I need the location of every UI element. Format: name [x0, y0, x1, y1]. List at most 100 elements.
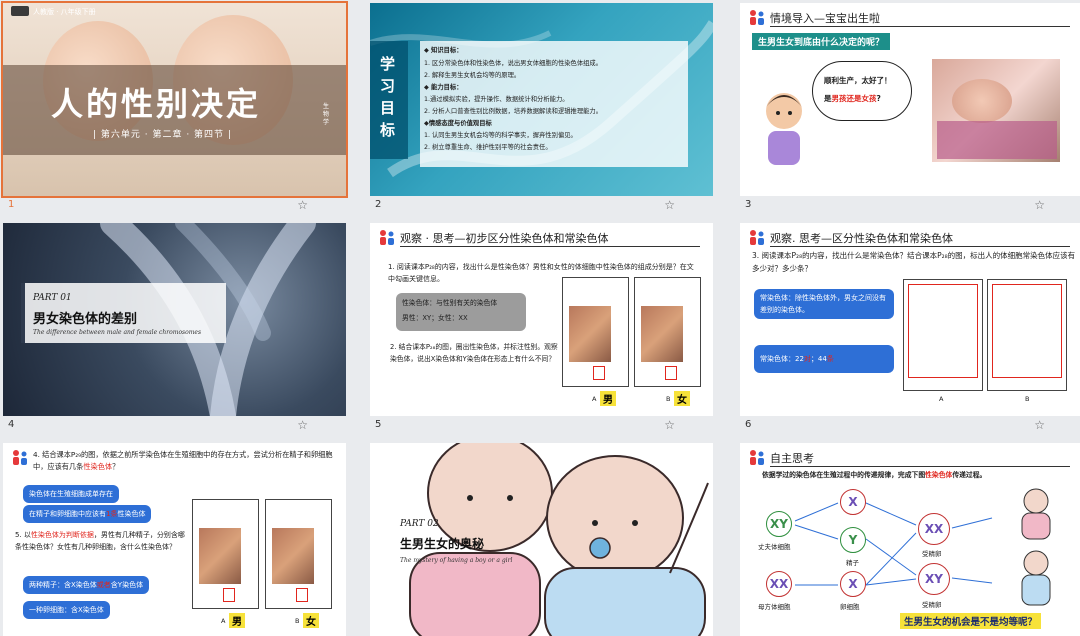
header-underline: [770, 246, 1070, 247]
bottom-question: 生男生女的机会是不是均等呢？: [900, 613, 1042, 629]
male-label: 男: [229, 613, 245, 628]
objective-line: 1. 认同生男生女机会均等的科学事实，摒弃性别偏见。: [424, 132, 577, 139]
objective-line: 1.通过模拟实验，提升操作、数据统计和分析能力。: [424, 96, 569, 103]
slide-number: 4: [8, 419, 15, 430]
speech-bubble: [812, 61, 912, 121]
sperm-y: Y: [840, 527, 866, 553]
father-cell: XY: [766, 511, 792, 537]
objective-line: 2. 解释生男生女机会均等的原理。: [424, 72, 521, 79]
header-underline: [400, 246, 700, 247]
baby-cartoons: [1021, 488, 1051, 606]
slide-1-title: 人的性别决定: [51, 85, 262, 123]
sperm-label: 精子: [846, 559, 859, 567]
star-icon[interactable]: ☆: [297, 418, 308, 432]
slide-thumbnail-9[interactable]: 自主思考 依据学过的染色体在生殖过程中的传递规律，完成下图性染色体传递过程。 X…: [740, 443, 1080, 636]
answer-pill-2: 常染色体：22对；44条: [754, 345, 894, 373]
slide-3-question: 生男生女到底由什么决定的呢？: [752, 33, 891, 50]
male-label: 男: [600, 391, 616, 406]
objective-line: ◆ 知识目标：: [424, 47, 463, 54]
slide-number: 5: [375, 419, 382, 430]
star-icon[interactable]: ☆: [1034, 198, 1045, 212]
bubble-line-1: 顺利生产，太好了！: [824, 76, 892, 85]
label-a: A: [939, 395, 944, 403]
bubble-line-2: 是男孩还是女孩?: [824, 94, 881, 103]
karyotype-b: [265, 499, 332, 609]
header-underline: [770, 26, 1070, 27]
star-icon[interactable]: ☆: [664, 198, 675, 212]
question-2: 2. 结合课本P₂₈的图，圈出性染色体，并标注性别。观察染色体，说出X染色体和Y…: [390, 343, 558, 363]
slide-9-canvas: 自主思考 依据学过的染色体在生殖过程中的传递规律，完成下图性染色体传递过程。 X…: [740, 443, 1080, 636]
objective-line: 1. 区分常染色体和性染色体，说出男女体细胞的性染色体组成。: [424, 60, 603, 67]
slide-4-subtitle-en: The difference between male and female c…: [33, 329, 202, 336]
zygote-1-label: 受精卵: [922, 550, 942, 558]
part-label: PART 02: [400, 519, 439, 529]
female-label: 女: [674, 391, 690, 406]
slide-3-canvas: 情境导入—宝宝出生啦 生男生女到底由什么决定的呢？ 顺利生产，太好了！ 是男孩还…: [740, 3, 1080, 196]
answer-1: 性染色体：与性别有关的染色体: [402, 299, 498, 307]
slide-thumbnail-1[interactable]: 人教版 · 八年级下册 人的性别决定 | 第六单元 · 第二章 · 第四节 | …: [1, 1, 348, 213]
karyotype-a: [903, 279, 983, 391]
mother-cell: XX: [766, 571, 792, 597]
slide-number: 1: [8, 199, 15, 210]
slide-thumbnail-6[interactable]: 观察. 思考—区分性染色体和常染色体 3. 阅读课本P₂₈的内容，找出什么是常染…: [740, 223, 1080, 433]
parent-child-icon: [13, 450, 27, 465]
answer-2: 男性：XY；女性：XX: [402, 314, 468, 322]
slide-2-side-title: 学习目标: [380, 55, 396, 139]
karyotype-a: [192, 499, 259, 609]
child-cartoon: [766, 93, 802, 165]
star-icon[interactable]: ☆: [297, 198, 308, 212]
slide-2-canvas: 学习目标 ◆ 知识目标： 1. 区分常染色体和性染色体，说出男女体细胞的性染色体…: [370, 3, 713, 196]
publisher-logo: [11, 6, 29, 16]
slide-8-title: 生男生女的奥秘: [400, 537, 485, 551]
slide-thumbnail-5[interactable]: 观察 · 思考—初步区分性染色体和常染色体 1. 阅读课本P₂₈的内容，找出什么…: [370, 223, 713, 433]
father-label: 丈夫体细胞: [758, 543, 791, 551]
slide-3-header: 情境导入—宝宝出生啦: [770, 12, 880, 25]
karyotype-b: [634, 277, 701, 387]
label-b: B: [1025, 395, 1030, 403]
answer-pill-3: 两种精子：含X染色体或者含Y染色体: [23, 576, 150, 594]
slide-4-title: 男女染色体的差别: [33, 312, 138, 327]
objective-line: 2. 分析人口普查性别比例数据，培养数据解读和逻辑推理能力。: [424, 108, 603, 115]
parent-child-icon: [380, 230, 394, 245]
slide-7-canvas: 4. 结合课本P₂₉的图，依据之前所学染色体在生殖细胞中的存在方式，尝试分析在精…: [3, 443, 346, 636]
parent-child-icon: [750, 230, 764, 245]
slide-1-subtitle: | 第六单元 · 第二章 · 第四节 |: [93, 130, 232, 140]
objective-line: 2. 树立尊重生命、维护性别平等的社会责任。: [424, 144, 552, 151]
slide-4-canvas: PART 01 男女染色体的差别 The difference between …: [3, 223, 346, 416]
mother-label: 母方体细胞: [758, 603, 791, 611]
answer-pill-4: 一种卵细胞：含X染色体: [23, 601, 110, 619]
slide-1-brand: 人教版 · 八年级下册: [33, 8, 96, 16]
slide-8-canvas: PART 02 生男生女的奥秘 The mystery of having a …: [370, 443, 713, 636]
karyotype-b: [987, 279, 1067, 391]
slide-1-canvas: 人教版 · 八年级下册 人的性别决定 | 第六单元 · 第二章 · 第四节 | …: [1, 1, 348, 198]
slide-number: 2: [375, 199, 382, 210]
slide-thumbnail-8[interactable]: PART 02 生男生女的奥秘 The mystery of having a …: [370, 443, 713, 636]
slide-6-canvas: 观察. 思考—区分性染色体和常染色体 3. 阅读课本P₂₈的内容，找出什么是常染…: [740, 223, 1080, 416]
label-b: B: [666, 395, 671, 403]
egg-x: X: [840, 571, 866, 597]
slide-5-canvas: 观察 · 思考—初步区分性染色体和常染色体 1. 阅读课本P₂₈的内容，找出什么…: [370, 223, 713, 416]
slide-8-subtitle-en: The mystery of having a boy or a girl: [400, 557, 513, 564]
slide-number: 3: [745, 199, 752, 210]
sperm-x: X: [840, 489, 866, 515]
objective-line: ◆情感态度与价值观目标: [424, 120, 492, 127]
slide-number: 6: [745, 419, 752, 430]
star-icon[interactable]: ☆: [664, 418, 675, 432]
zygote-2: XY: [918, 563, 950, 595]
star-icon[interactable]: ☆: [1034, 418, 1045, 432]
slide-thumbnail-4[interactable]: PART 01 男女染色体的差别 The difference between …: [3, 223, 346, 433]
label-a: A: [221, 617, 226, 625]
objective-line: ◆ 能力目标：: [424, 84, 463, 91]
zygote-1: XX: [918, 513, 950, 545]
label-a: A: [592, 395, 597, 403]
karyotype-a: [562, 277, 629, 387]
slide-1-vertical-label: 生物学: [323, 103, 330, 126]
slide-thumbnail-3[interactable]: 情境导入—宝宝出生啦 生男生女到底由什么决定的呢？ 顺利生产，太好了！ 是男孩还…: [740, 3, 1080, 213]
slide-thumbnail-7[interactable]: 4. 结合课本P₂₉的图，依据之前所学染色体在生殖细胞中的存在方式，尝试分析在精…: [3, 443, 346, 636]
accent-bar: [21, 283, 25, 343]
question-4: 4. 结合课本P₂₉的图，依据之前所学染色体在生殖细胞中的存在方式，尝试分析在精…: [33, 450, 333, 471]
parent-child-icon: [750, 10, 764, 25]
slide-thumbnail-2[interactable]: 学习目标 ◆ 知识目标： 1. 区分常染色体和性染色体，说出男女体细胞的性染色体…: [370, 3, 713, 213]
answer-pill-1: 常染色体：除性染色体外，男女之间没有差别的染色体。: [754, 289, 894, 319]
egg-label: 卵细胞: [840, 603, 860, 611]
